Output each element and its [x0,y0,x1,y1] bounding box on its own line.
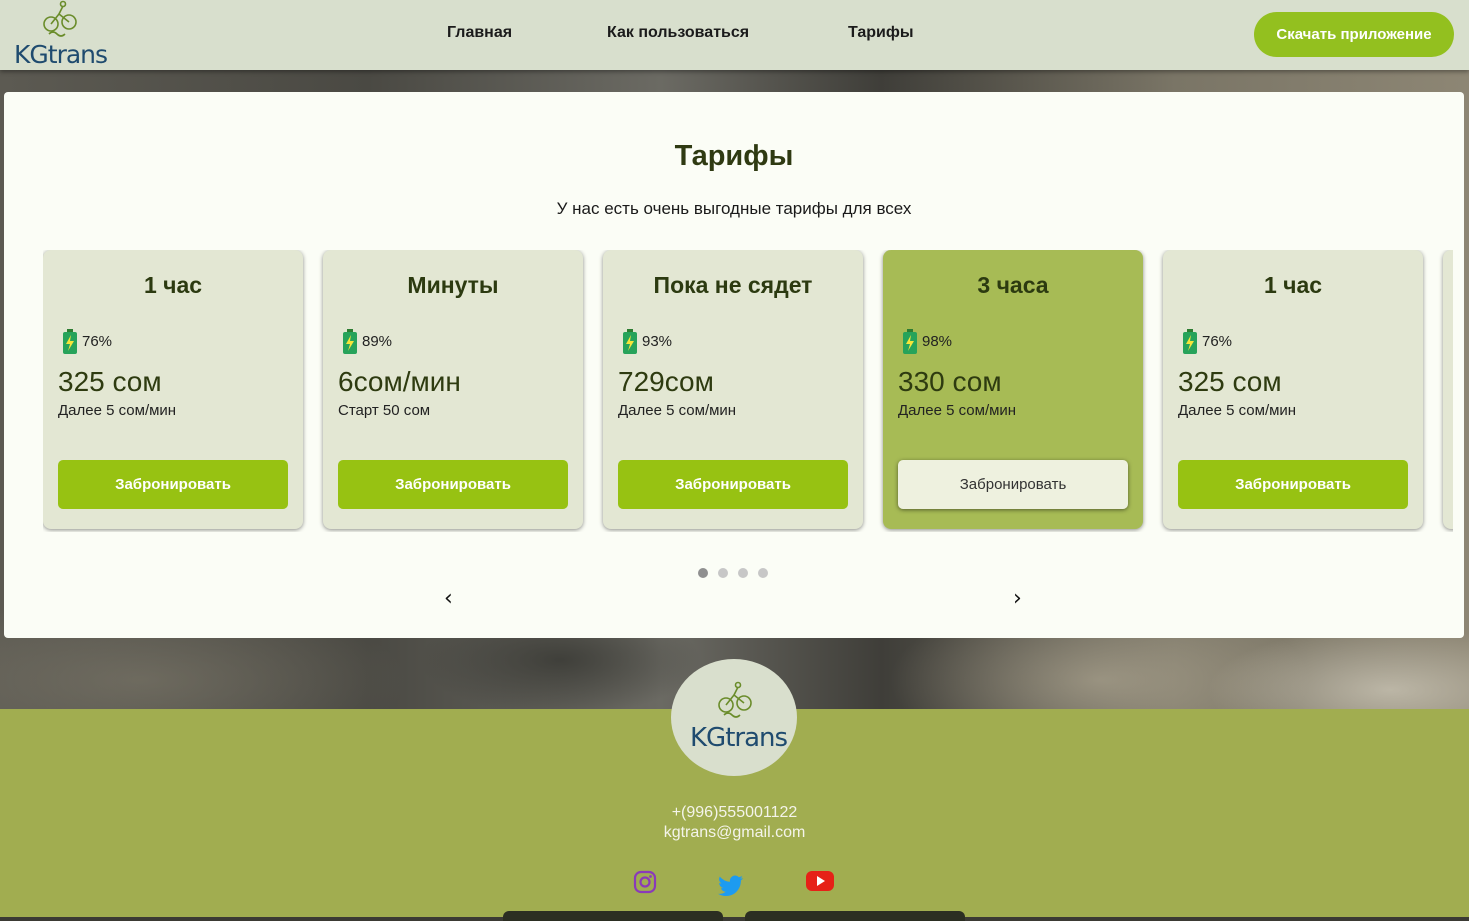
carousel-dot[interactable] [758,568,768,578]
cyclist-logo-icon [718,681,752,718]
battery-level: 98% [922,333,953,350]
tariff-title: Пока не сядет [653,272,813,298]
site-header: KGtrans Главная Как пользоваться Тарифы … [0,0,1469,70]
battery-icon [623,329,637,354]
battery-icon [343,329,357,354]
tariff-carousel[interactable]: 1 час 76% 325 сом Далее 5 сом/мин Заброн… [43,250,1453,532]
tariff-price: 6сом/мин [338,366,461,397]
footer-store-button[interactable] [745,911,965,921]
footer-phone[interactable]: +(996)555001122 [0,804,1469,822]
battery-icon [63,329,77,354]
cyclist-logo-icon [43,0,77,37]
battery-level: 93% [642,333,673,350]
tariff-title: Минуты [407,272,499,298]
tariff-price: 330 сом [898,366,1002,397]
footer-email[interactable]: kgtrans@gmail.com [0,824,1469,842]
battery-level: 76% [82,333,113,350]
tariff-price: 325 сом [58,366,162,397]
tariffs-subtitle: У нас есть очень выгодные тарифы для все… [556,199,912,218]
tariffs-title: Тарифы [674,140,794,172]
twitter-icon[interactable] [718,875,744,897]
nav-tariffs[interactable]: Тарифы [848,24,914,42]
tariff-note: Далее 5 сом/мин [1178,402,1297,419]
tariff-note: Старт 50 сом [338,402,431,419]
chevron-right-icon[interactable]: › [1013,588,1022,610]
carousel-dot[interactable] [738,568,748,578]
tariffs-section: Тарифы У нас есть очень выгодные тарифы … [4,92,1464,638]
tariff-note: Далее 5 сом/мин [618,402,737,419]
book-button[interactable]: Забронировать [618,460,848,509]
book-button[interactable]: Забронировать [898,460,1128,509]
tariff-note: Далее 5 сом/мин [58,402,177,419]
tariff-title: 1 час [143,272,203,298]
book-button[interactable]: Забронировать [58,460,288,509]
footer-logo[interactable]: KGtrans [671,659,797,776]
book-button[interactable]: Забронировать [1178,460,1408,509]
tariff-card: 1 час 76% 325 сом Далее 5 сом/мин Заброн… [43,250,303,529]
battery-icon [903,329,917,354]
tariff-title: 1 час [1263,272,1323,298]
carousel-dots [698,568,768,578]
carousel-dot[interactable] [718,568,728,578]
battery-level: 89% [362,333,393,350]
tariff-price: 729сом [618,366,714,397]
tariff-price: 325 сом [1178,366,1282,397]
footer-store-button[interactable] [503,911,723,921]
chevron-left-icon[interactable]: ‹ [444,588,453,610]
tariff-note: Далее 5 сом/мин [898,402,1017,419]
carousel-dot[interactable] [698,568,708,578]
tariff-card: Минуты 89% 6сом/мин Старт 50 сом Заброни… [323,250,583,529]
kgtrans-logo[interactable]: KGtrans [14,0,108,70]
battery-icon [1183,329,1197,354]
battery-level: 76% [1202,333,1233,350]
nav-home[interactable]: Главная [447,24,512,42]
footer-logo-text: KGtrans [690,723,788,753]
nav-how-to-use[interactable]: Как пользоваться [607,24,749,42]
youtube-icon[interactable] [806,870,834,892]
tariff-card: Пока не сядет 93% 729сом Далее 5 сом/мин… [603,250,863,529]
tariff-card-active: 3 часа 98% 330 сом Далее 5 сом/мин Забро… [883,250,1143,529]
instagram-icon[interactable] [633,870,657,894]
book-button[interactable]: Забронировать [338,460,568,509]
tariff-card-partial [1443,250,1453,529]
tariff-card: 1 час 76% 325 сом Далее 5 сом/мин Заброн… [1163,250,1423,529]
download-app-button[interactable]: Скачать приложение [1254,12,1454,57]
tariff-title: 3 часа [977,272,1049,298]
logo-text: KGtrans [14,40,108,69]
